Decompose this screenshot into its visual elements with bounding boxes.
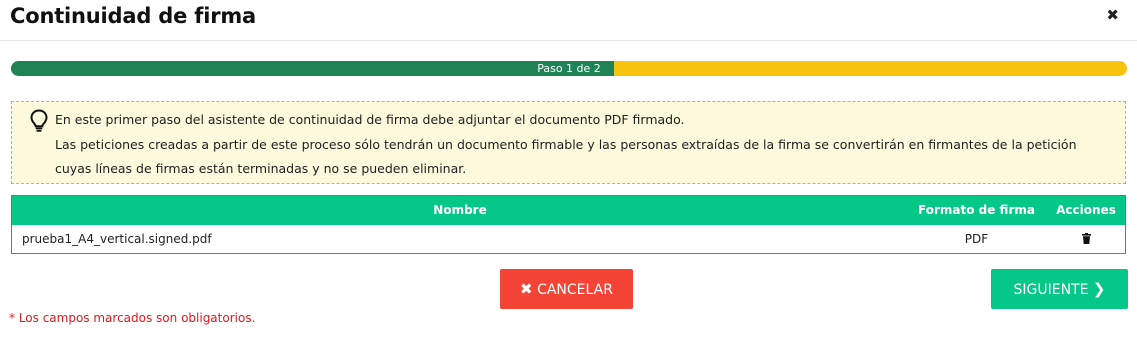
progress-bar: Paso 1 de 2 bbox=[11, 61, 1127, 76]
trash-icon[interactable] bbox=[1081, 232, 1091, 244]
table-header: Nombre Formato de firma Acciones bbox=[12, 196, 1125, 225]
document-format-cell: PDF bbox=[964, 232, 989, 246]
cancel-button-label: CANCELAR bbox=[537, 282, 613, 298]
lightbulb-icon bbox=[30, 109, 48, 132]
dialog-header: Continuidad de firma ✖ bbox=[0, 0, 1137, 41]
info-text-line-2: Las peticiones creadas a partir de este … bbox=[55, 137, 1077, 152]
next-button-label: SIGUIENTE bbox=[1013, 282, 1089, 298]
info-box: En este primer paso del asistente de con… bbox=[11, 101, 1126, 184]
info-text-line-3: cuyas líneas de firmas están terminadas … bbox=[55, 161, 467, 176]
column-header-format: Formato de firma bbox=[918, 203, 1035, 217]
chevron-right-icon: ❯ bbox=[1092, 280, 1106, 298]
column-header-actions: Acciones bbox=[1056, 203, 1116, 217]
documents-table: Nombre Formato de firma Acciones prueba1… bbox=[11, 195, 1126, 254]
next-button[interactable]: SIGUIENTE ❯ bbox=[991, 269, 1128, 309]
document-name-cell: prueba1_A4_vertical.signed.pdf bbox=[22, 232, 212, 246]
progress-label: Paso 1 de 2 bbox=[537, 62, 601, 75]
document-actions-cell bbox=[1045, 225, 1127, 253]
close-icon[interactable]: ✖ bbox=[1106, 6, 1119, 24]
close-icon: ✖ bbox=[520, 280, 533, 298]
table-row: prueba1_A4_vertical.signed.pdf PDF bbox=[12, 225, 1125, 253]
info-text-line-1: En este primer paso del asistente de con… bbox=[55, 112, 685, 127]
column-header-name: Nombre bbox=[433, 203, 487, 217]
dialog-title: Continuidad de firma bbox=[10, 4, 257, 28]
required-fields-note: * Los campos marcados son obligatorios. bbox=[9, 311, 256, 325]
cancel-button[interactable]: ✖ CANCELAR bbox=[500, 269, 633, 309]
